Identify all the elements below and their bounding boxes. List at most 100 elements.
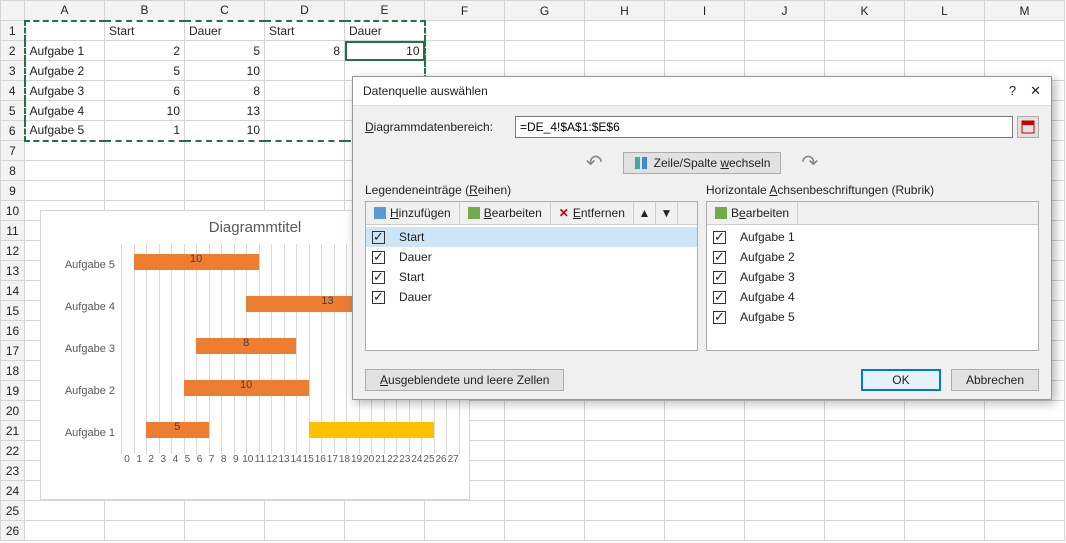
cell[interactable] — [585, 41, 665, 61]
axis-list-item[interactable]: ✓Aufgabe 2 — [707, 247, 1038, 267]
cell[interactable] — [505, 481, 585, 501]
row-header[interactable]: 26 — [1, 521, 25, 541]
row-header[interactable]: 3 — [1, 61, 25, 81]
cell[interactable] — [825, 401, 905, 421]
cell[interactable] — [585, 401, 665, 421]
cell[interactable] — [105, 501, 185, 521]
series-list-item[interactable]: ✓Start — [366, 227, 697, 247]
cell[interactable]: Start — [265, 21, 345, 41]
cell[interactable] — [265, 521, 345, 541]
cell[interactable] — [985, 501, 1065, 521]
cell[interactable] — [745, 461, 825, 481]
cell[interactable] — [745, 401, 825, 421]
cell[interactable] — [985, 401, 1065, 421]
cell[interactable] — [265, 81, 345, 101]
checkbox-icon[interactable]: ✓ — [713, 271, 726, 284]
cell[interactable] — [505, 521, 585, 541]
corner-header[interactable] — [1, 1, 25, 21]
series-list-item[interactable]: ✓Start — [366, 267, 697, 287]
row-header[interactable]: 6 — [1, 121, 25, 141]
col-header[interactable]: B — [105, 1, 185, 21]
move-up-button[interactable]: ▲ — [634, 202, 656, 224]
collapse-range-icon[interactable] — [1017, 116, 1039, 138]
row-header[interactable]: 17 — [1, 341, 25, 361]
cell[interactable] — [665, 461, 745, 481]
row-header[interactable]: 20 — [1, 401, 25, 421]
row-header[interactable]: 11 — [1, 221, 25, 241]
cell[interactable] — [505, 421, 585, 441]
col-header[interactable]: C — [185, 1, 265, 21]
axis-list-item[interactable]: ✓Aufgabe 3 — [707, 267, 1038, 287]
cell[interactable]: 10 — [185, 121, 265, 141]
cell[interactable] — [745, 21, 825, 41]
cell[interactable] — [585, 421, 665, 441]
ok-button[interactable]: OK — [861, 369, 941, 391]
cell[interactable] — [185, 501, 265, 521]
row-header[interactable]: 5 — [1, 101, 25, 121]
cell[interactable] — [825, 461, 905, 481]
cell[interactable] — [265, 61, 345, 81]
cell[interactable] — [25, 521, 105, 541]
cell[interactable] — [265, 101, 345, 121]
cell[interactable] — [505, 501, 585, 521]
col-header[interactable]: A — [25, 1, 105, 21]
row-header[interactable]: 23 — [1, 461, 25, 481]
cell[interactable] — [985, 41, 1065, 61]
cell[interactable] — [905, 501, 985, 521]
checkbox-icon[interactable]: ✓ — [372, 231, 385, 244]
cell[interactable] — [585, 461, 665, 481]
cell[interactable] — [345, 521, 425, 541]
cell[interactable] — [745, 441, 825, 461]
row-header[interactable]: 2 — [1, 41, 25, 61]
cell[interactable] — [265, 121, 345, 141]
cell[interactable] — [585, 21, 665, 41]
row-header[interactable]: 22 — [1, 441, 25, 461]
cell[interactable] — [745, 41, 825, 61]
row-header[interactable]: 9 — [1, 181, 25, 201]
cell[interactable] — [825, 21, 905, 41]
cell[interactable] — [825, 501, 905, 521]
cell[interactable] — [745, 481, 825, 501]
cell[interactable] — [505, 21, 585, 41]
help-icon[interactable]: ? — [1009, 83, 1016, 99]
cell[interactable] — [985, 441, 1065, 461]
cell[interactable] — [825, 481, 905, 501]
cell[interactable]: Aufgabe 1 — [25, 41, 105, 61]
checkbox-icon[interactable]: ✓ — [713, 311, 726, 324]
col-header[interactable]: E — [345, 1, 425, 21]
cell[interactable] — [185, 161, 265, 181]
cell[interactable] — [585, 441, 665, 461]
cell[interactable] — [505, 401, 585, 421]
cell[interactable] — [25, 21, 105, 41]
cell[interactable]: Aufgabe 2 — [25, 61, 105, 81]
cell[interactable] — [345, 501, 425, 521]
col-header[interactable]: F — [425, 1, 505, 21]
cell[interactable]: Start — [105, 21, 185, 41]
cell[interactable] — [265, 181, 345, 201]
row-header[interactable]: 25 — [1, 501, 25, 521]
axis-list-item[interactable]: ✓Aufgabe 1 — [707, 227, 1038, 247]
row-header[interactable]: 7 — [1, 141, 25, 161]
cell[interactable] — [905, 461, 985, 481]
col-header[interactable]: M — [985, 1, 1065, 21]
series-list-item[interactable]: ✓Dauer — [366, 247, 697, 267]
cell[interactable] — [985, 521, 1065, 541]
cell[interactable] — [585, 481, 665, 501]
row-header[interactable]: 4 — [1, 81, 25, 101]
chart-range-input[interactable] — [515, 116, 1013, 138]
col-header[interactable]: L — [905, 1, 985, 21]
checkbox-icon[interactable]: ✓ — [713, 251, 726, 264]
series-list-item[interactable]: ✓Dauer — [366, 287, 697, 307]
cell[interactable] — [905, 21, 985, 41]
col-header[interactable]: H — [585, 1, 665, 21]
cell[interactable] — [425, 521, 505, 541]
cell[interactable] — [265, 501, 345, 521]
active-cell[interactable]: 10 — [345, 41, 425, 61]
cell[interactable] — [505, 41, 585, 61]
col-header[interactable]: G — [505, 1, 585, 21]
move-down-button[interactable]: ▼ — [656, 202, 678, 224]
row-header[interactable]: 1 — [1, 21, 25, 41]
remove-series-button[interactable]: ✕Entfernen — [551, 202, 634, 224]
cell[interactable] — [665, 421, 745, 441]
cell[interactable] — [825, 521, 905, 541]
